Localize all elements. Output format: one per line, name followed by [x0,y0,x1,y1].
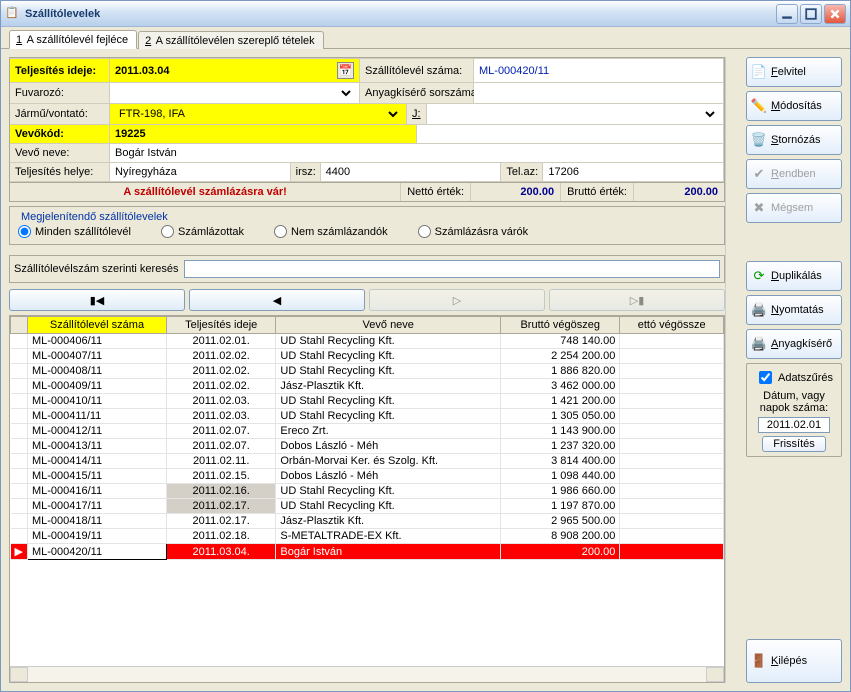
search-label: Szállítólevélszám szerinti keresés [14,263,178,275]
label-netto: Nettó érték: [401,183,471,201]
nyomtatas-button[interactable]: 🖨️Nyomtatás [746,295,842,325]
check-icon: ✔ [751,166,767,182]
table-row[interactable]: ▶ML-000420/112011.03.04.Bogár István200.… [11,544,724,560]
label-brutto: Bruttó érték: [561,183,634,201]
nav-prev-button[interactable]: ◀ [189,289,365,311]
data-grid[interactable]: Szállítólevél számaTeljesítés idejeVevő … [10,316,724,666]
table-row[interactable]: ML-000410/112011.02.03.UD Stahl Recyclin… [11,394,724,409]
modositas-button[interactable]: ✏️Módosítás [746,91,842,121]
field-vevokod[interactable]: 19225 [110,125,417,144]
label-vevoneve: Vevő neve: [10,144,110,163]
vertical-scrollbar[interactable] [725,57,740,683]
status-message: A szállítólevél számlázásra vár! [10,183,401,201]
column-header[interactable]: Szállítólevél száma [27,317,166,334]
field-szallitolevel-szama[interactable]: ML-000420/11 [474,58,724,83]
date-filter-label: Dátum, vagy napok száma: [751,390,837,414]
field-teljesites-helye: Nyíregyháza [110,163,291,182]
column-header[interactable]: ettó végössze [620,317,724,334]
column-header[interactable]: Teljesítés ideje [167,317,276,334]
rendben-button: ✔Rendben [746,159,842,189]
table-row[interactable]: ML-000408/112011.02.02.UD Stahl Recyclin… [11,364,724,379]
filter-fieldset: Megjelenítendő szállítólevelek Minden sz… [9,206,725,245]
titlebar: 📋 Szállítólevelek [1,1,850,27]
table-row[interactable]: ML-000419/112011.02.18.S-METALTRADE-EX K… [11,529,724,544]
field-j[interactable] [427,104,724,125]
field-jarmu[interactable]: FTR-198, IFA [110,104,407,125]
value-netto: 200.00 [471,183,561,201]
nav-last-button[interactable]: ▷▮ [549,289,725,311]
anyagkisero-button[interactable]: 🖨️Anyagkísérő [746,329,842,359]
value-brutto: 200.00 [634,183,724,201]
delete-icon: 🗑️ [751,132,767,148]
search-input[interactable] [184,260,720,278]
tab-header[interactable]: 1 A szállítólevél fejléce [9,30,137,49]
table-row[interactable]: ML-000409/112011.02.02.Jász-Plasztik Kft… [11,379,724,394]
cancel-icon: ✖ [751,200,767,216]
maximize-button[interactable] [800,4,822,24]
filter-radio-2[interactable]: Nem számlázandók [274,225,388,238]
date-filter-input[interactable] [758,417,830,433]
status-row: A szállítólevél számlázásra vár! Nettó é… [9,183,725,202]
filter-radio-1[interactable]: Számlázottak [161,225,244,238]
nav-next-button[interactable]: ▷ [369,289,545,311]
table-row[interactable]: ML-000407/112011.02.02.UD Stahl Recyclin… [11,349,724,364]
label-vevokod: Vevőkód: [10,125,110,144]
frissites-button[interactable]: Frissítés [762,436,826,452]
label-j: J: [407,104,427,125]
label-telaz: Tel.az: [501,163,543,182]
table-row[interactable]: ML-000416/112011.02.16.UD Stahl Recyclin… [11,484,724,499]
close-button[interactable] [824,4,846,24]
megsem-button: ✖Mégsem [746,193,842,223]
label-teljesites-ideje: Teljesítés ideje: [10,58,110,83]
filter-box: Adatszűrés Dátum, vagy napok száma: Fris… [746,363,842,457]
label-fuvarozo: Fuvarozó: [10,83,110,104]
kilepes-button[interactable]: 🚪Kilépés [746,639,842,683]
duplicate-icon: ⟳ [751,268,767,284]
new-icon: 📄 [751,64,767,80]
table-row[interactable]: ML-000412/112011.02.07.Ereco Zrt.1 143 9… [11,424,724,439]
edit-icon: ✏️ [751,98,767,114]
print-icon: 🖨️ [751,302,767,318]
label-teljesites-helye: Teljesítés helye: [10,163,110,182]
field-anyagkisero[interactable] [474,83,724,104]
table-row[interactable]: ML-000413/112011.02.07.Dobos László - Mé… [11,439,724,454]
label-anyagkisero: Anyagkísérő sorszáma: [360,83,474,104]
label-jarmu: Jármű/vontató: [10,104,110,125]
felvitel-button[interactable]: 📄Felvitel [746,57,842,87]
field-vevoneve: Bogár István [110,144,724,163]
minimize-button[interactable] [776,4,798,24]
horizontal-scrollbar[interactable] [10,666,724,682]
table-row[interactable]: ML-000411/112011.02.03.UD Stahl Recyclin… [11,409,724,424]
field-irsz: 4400 [321,163,502,182]
label-irsz: irsz: [291,163,321,182]
duplikalas-button[interactable]: ⟳Duplikálás [746,261,842,291]
tab-bar: 1 A szállítólevél fejléce 2 A szállítóle… [1,27,850,49]
column-header[interactable]: Vevő neve [276,317,501,334]
column-header[interactable]: Bruttó végöszeg [501,317,620,334]
app-icon: 📋 [5,6,21,22]
field-telaz: 17206 [543,163,724,182]
filter-radio-0[interactable]: Minden szállítólevél [18,225,131,238]
adatszures-checkbox[interactable]: Adatszűrés [755,368,833,387]
stornozas-button[interactable]: 🗑️Stornózás [746,125,842,155]
window-title: Szállítólevelek [25,8,776,20]
table-row[interactable]: ML-000415/112011.02.15.Dobos László - Mé… [11,469,724,484]
filter-radio-3[interactable]: Számlázásra várók [418,225,529,238]
table-row[interactable]: ML-000418/112011.02.17.Jász-Plasztik Kft… [11,514,724,529]
table-row[interactable]: ML-000414/112011.02.11.Orbán-Morvai Ker.… [11,454,724,469]
print-icon: 🖨️ [751,336,767,352]
tab-items[interactable]: 2 A szállítólevélen szereplő tételek [138,31,324,49]
label-szallitolevel-szama: Szállítólevél száma: [360,58,474,83]
nav-first-button[interactable]: ▮◀ [9,289,185,311]
form-panel: Teljesítés ideje: 2011.03.04 📅 Szállítól… [9,57,725,183]
field-teljesites-ideje[interactable]: 2011.03.04 📅 [110,58,360,83]
field-fuvarozo[interactable] [110,83,360,104]
calendar-icon[interactable]: 📅 [337,62,354,79]
exit-icon: 🚪 [751,653,767,669]
table-row[interactable]: ML-000406/112011.02.01.UD Stahl Recyclin… [11,334,724,349]
filter-legend: Megjelenítendő szállítólevelek [18,211,171,223]
table-row[interactable]: ML-000417/112011.02.17.UD Stahl Recyclin… [11,499,724,514]
